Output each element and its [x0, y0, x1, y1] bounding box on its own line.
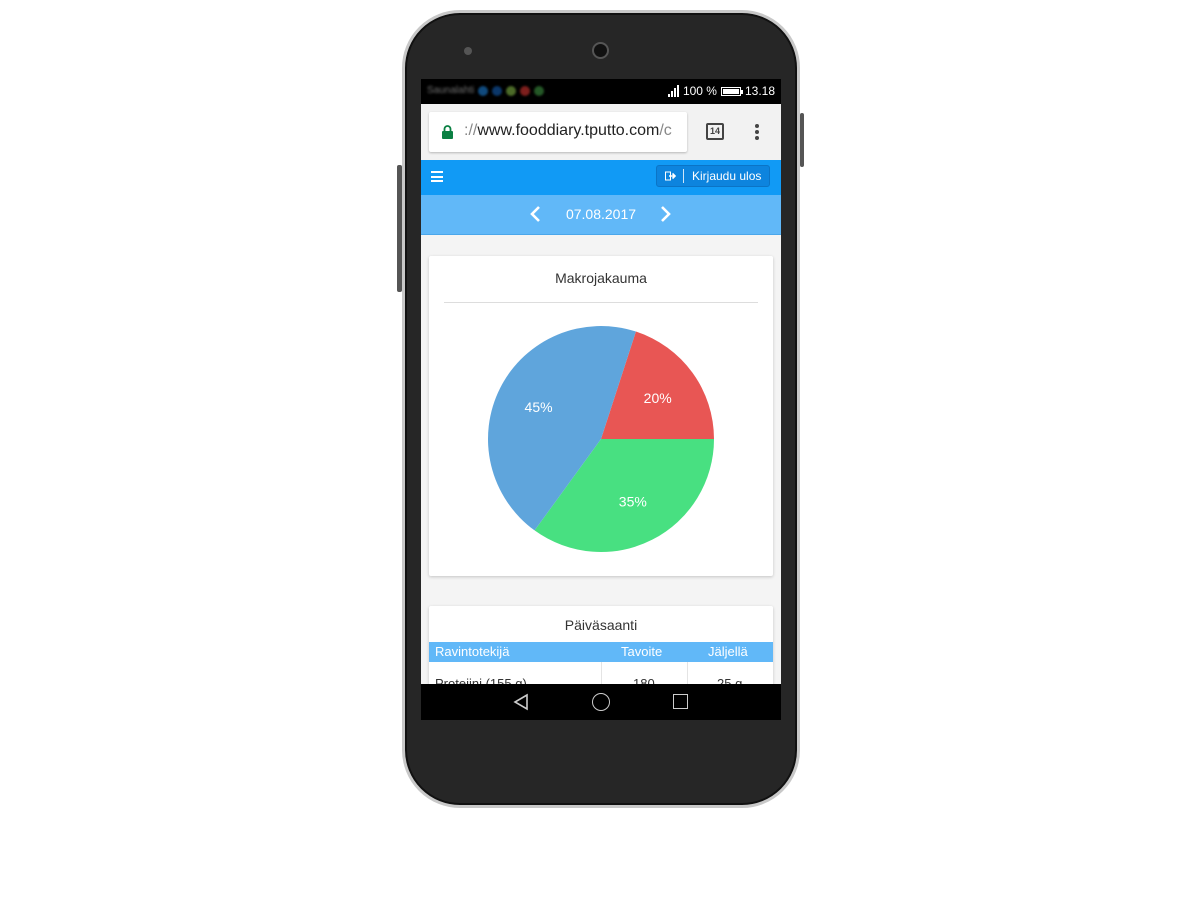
android-navigation-bar — [421, 684, 781, 720]
notification-area: Saunalahti — [427, 85, 545, 96]
browser-toolbar: ://www.fooddiary.tputto.com/c 14 — [421, 104, 781, 160]
pie-slice-label: 45% — [525, 399, 553, 415]
logout-icon — [665, 171, 677, 181]
home-icon[interactable] — [592, 693, 610, 711]
tab-switcher-button[interactable]: 14 — [706, 123, 724, 140]
battery-percent: 100 % — [682, 84, 717, 98]
notification-icon — [478, 85, 489, 96]
column-header-target: Tavoite — [621, 644, 663, 659]
power-button — [800, 113, 804, 167]
logout-button[interactable]: Kirjaudu ulos — [656, 165, 770, 187]
pie-slice-label: 35% — [619, 493, 647, 509]
pie-slice-label: 20% — [644, 390, 672, 406]
date-navigation: 07.08.2017 — [421, 195, 781, 235]
column-header-remaining: Jäljellä — [708, 644, 748, 659]
macro-card: Makrojakauma 20% 35% 45% — [429, 256, 773, 576]
phone-screen: Saunalahti 100 % 13.18 ://www.fooddiary.… — [421, 79, 781, 720]
status-icons: 100 % 13.18 — [667, 84, 775, 98]
signal-icon — [667, 85, 679, 97]
status-bar: Saunalahti 100 % 13.18 — [421, 79, 781, 104]
lock-icon — [442, 125, 453, 139]
logout-label: Kirjaudu ulos — [692, 169, 762, 183]
front-camera — [592, 42, 609, 59]
url-text: ://www.fooddiary.tputto.com/c — [464, 122, 672, 139]
recent-apps-icon[interactable] — [673, 694, 688, 709]
daily-intake-title: Päiväsaanti — [564, 617, 638, 633]
battery-level — [722, 88, 739, 94]
clock: 13.18 — [744, 84, 775, 98]
separator — [683, 169, 684, 183]
address-bar[interactable]: ://www.fooddiary.tputto.com/c — [429, 112, 687, 152]
carrier-name: Saunalahti — [427, 85, 475, 96]
hamburger-menu-icon[interactable] — [431, 171, 443, 182]
notification-icon — [492, 85, 503, 96]
current-date: 07.08.2017 — [565, 206, 637, 222]
column-header-nutrient: Ravintotekijä — [435, 644, 510, 659]
app-navbar: Kirjaudu ulos — [421, 160, 781, 195]
proximity-sensor — [464, 47, 472, 55]
macro-pie-chart: 20% 35% 45% — [488, 326, 714, 552]
next-day-chevron-icon[interactable] — [657, 205, 673, 223]
google-icon — [520, 85, 531, 96]
battery-icon — [720, 86, 743, 96]
volume-button — [397, 165, 402, 292]
browser-menu-button[interactable] — [755, 124, 759, 142]
back-icon[interactable] — [512, 693, 530, 711]
table-header: Ravintotekijä Tavoite Jäljellä — [429, 642, 773, 662]
notification-icon — [506, 85, 517, 96]
notification-icon — [534, 85, 545, 96]
